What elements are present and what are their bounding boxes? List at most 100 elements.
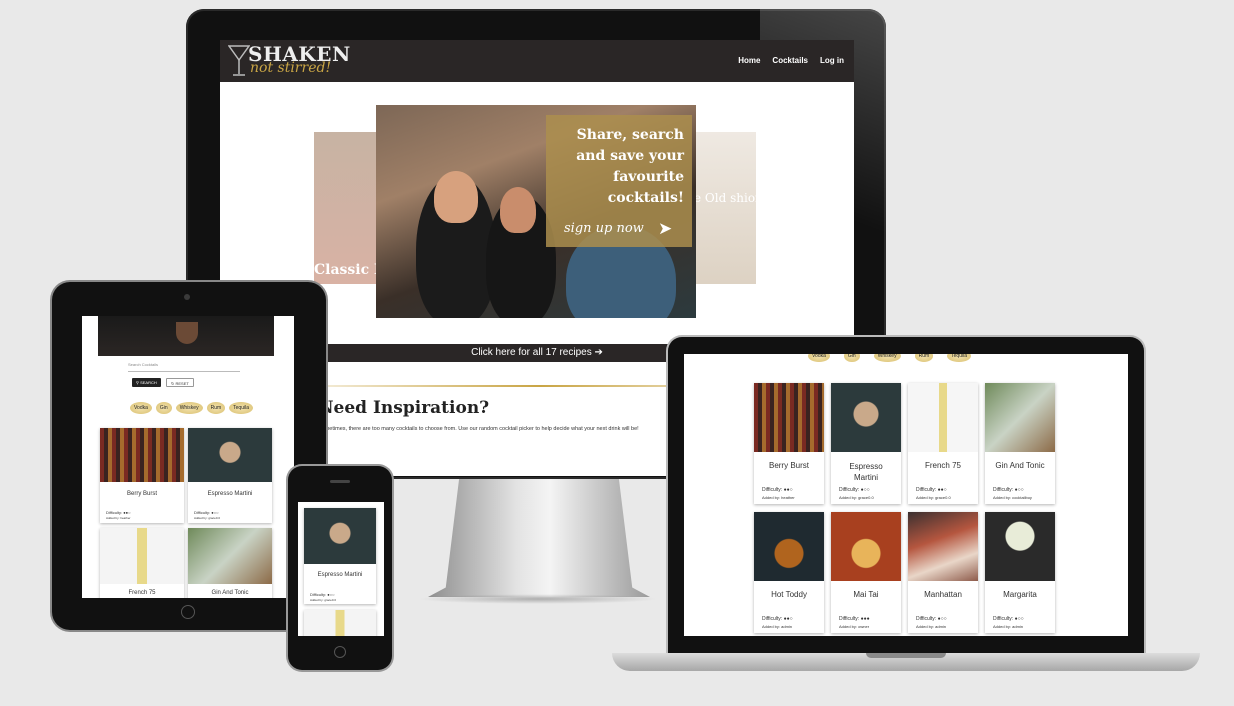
cocktail-name: Manhattan xyxy=(924,590,962,599)
cocktail-name: Espresso Martini xyxy=(317,572,363,578)
added-by-label: Added by: grace0.0 xyxy=(310,598,337,602)
monitor-stand-shadow xyxy=(418,594,658,604)
navbar: SHAKEN not stirred! Home Cocktails Log i… xyxy=(220,40,854,82)
added-by-label: Added by: admin xyxy=(993,624,1024,629)
chip-whiskey[interactable]: Whiskey xyxy=(175,402,203,414)
cocktail-image xyxy=(908,512,978,581)
tablet-home-button xyxy=(181,605,195,619)
added-by-label: Added by: grace0.0 xyxy=(194,516,221,520)
added-by-label: Added by: grace0.0 xyxy=(916,495,951,500)
phone-home-button xyxy=(334,646,346,658)
search-icon: ⚲ xyxy=(136,380,139,385)
cocktail-image xyxy=(985,512,1055,581)
phone-screen: Espresso Martini Difficulty: ●○○ Added b… xyxy=(298,502,384,636)
search-button[interactable]: ⚲ SEARCH xyxy=(132,378,161,387)
added-by-label: Added by: admin xyxy=(762,624,793,629)
cocktail-card[interactable]: Hot Toddy Difficulty: ●●○ Added by: admi… xyxy=(754,512,824,633)
added-by-label: Added by: heather xyxy=(762,495,795,500)
cocktail-image xyxy=(908,383,978,452)
cocktail-card[interactable]: Espresso Martini Difficulty: ●○○ Added b… xyxy=(831,383,901,504)
difficulty-label: Difficulty: ●○○ xyxy=(194,510,219,515)
cocktail-image xyxy=(831,383,901,452)
cocktail-card[interactable]: Berry Burst Difficulty: ●●○ Added by: he… xyxy=(754,383,824,504)
spirit-filter-chips: Vodka Gin Whiskey Rum Tequila xyxy=(130,402,254,414)
cocktail-image xyxy=(100,428,184,482)
cocktail-card[interactable]: French 75 xyxy=(100,528,184,598)
difficulty-label: Difficulty: ●○○ xyxy=(993,616,1024,622)
chip-rum[interactable]: Rum xyxy=(206,402,226,414)
all-recipes-label: Click here for all 17 recipes xyxy=(471,347,592,358)
reset-icon: ↻ xyxy=(171,381,175,386)
spirit-filter-chips: Vodka Gin Whiskey Rum Tequila xyxy=(808,354,972,362)
laptop-screen: Vodka Gin Whiskey Rum Tequila Berry Burs… xyxy=(684,354,1128,636)
cocktail-image xyxy=(304,508,376,564)
nav-home-link[interactable]: Home xyxy=(738,56,760,65)
chip-vodka[interactable]: Vodka xyxy=(808,354,830,362)
martini-glass-icon xyxy=(228,45,250,76)
cocktail-name: Berry Burst xyxy=(768,461,809,470)
cocktail-card[interactable]: Espresso Martini Difficulty: ●○○ Added b… xyxy=(188,428,272,523)
difficulty-label: Difficulty: ●○○ xyxy=(993,487,1024,493)
nav-login-link[interactable]: Log in xyxy=(820,56,844,65)
chip-tequila[interactable]: Tequila xyxy=(947,354,972,362)
hero-overlay-panel: Share, search and save your favourite co… xyxy=(546,115,692,247)
added-by-label: Added by: admin xyxy=(916,624,947,629)
carousel-next-title: e Old shioned xyxy=(694,191,778,205)
cocktail-card[interactable] xyxy=(304,610,376,636)
monitor-stand xyxy=(428,479,650,597)
cocktail-image xyxy=(831,512,901,581)
cocktail-card[interactable]: French 75 Difficulty: ●●○ Added by: grac… xyxy=(908,383,978,504)
difficulty-label: Difficulty: ●●● xyxy=(839,616,870,622)
cocktail-name: French 75 xyxy=(924,461,962,470)
difficulty-label: Difficulty: ●●○ xyxy=(762,487,793,493)
cocktail-glass-image xyxy=(176,322,198,344)
tablet-camera-icon xyxy=(184,294,190,300)
cocktail-name: Hot Toddy xyxy=(771,590,807,599)
cocktail-name: Gin And Tonic xyxy=(211,590,249,596)
hero-photo-person xyxy=(434,171,478,223)
nav-links: Home Cocktails Log in xyxy=(738,56,844,65)
added-by-label: Added by: grace0.0 xyxy=(839,495,874,500)
cocktail-card[interactable]: Margarita Difficulty: ●○○ Added by: admi… xyxy=(985,512,1055,633)
chip-gin[interactable]: Gin xyxy=(843,354,860,362)
tablet-hero-image xyxy=(98,316,274,356)
chip-whiskey[interactable]: Whiskey xyxy=(873,354,901,362)
cocktail-card[interactable]: Manhattan Difficulty: ●○○ Added by: admi… xyxy=(908,512,978,633)
difficulty-label: Difficulty: ●○○ xyxy=(839,487,870,493)
signup-cta[interactable]: sign up now xyxy=(564,221,644,236)
search-input[interactable]: Search Cocktails xyxy=(128,362,240,372)
added-by-label: Added by: cocktailboy xyxy=(993,495,1032,500)
difficulty-label: Difficulty: ●○○ xyxy=(310,592,335,597)
search-button-label: SEARCH xyxy=(140,380,157,385)
logo-text-bottom[interactable]: not stirred! xyxy=(250,60,331,76)
cocktail-image xyxy=(985,383,1055,452)
chip-tequila[interactable]: Tequila xyxy=(229,402,254,414)
cocktail-name: Mai Tai xyxy=(853,590,879,599)
cocktail-card[interactable]: Berry Burst Difficulty: ●●○ Added by: he… xyxy=(100,428,184,523)
difficulty-label: Difficulty: ●●○ xyxy=(106,510,131,515)
cocktail-card[interactable]: Espresso Martini Difficulty: ●○○ Added b… xyxy=(304,508,376,604)
cocktail-image xyxy=(304,610,376,636)
nav-cocktails-link[interactable]: Cocktails xyxy=(772,56,808,65)
difficulty-label: Difficulty: ●●○ xyxy=(916,487,947,493)
chip-gin[interactable]: Gin xyxy=(155,402,172,414)
hero-photo-person xyxy=(500,187,536,233)
laptop-notch xyxy=(866,653,946,658)
cocktail-name: Gin And Tonic xyxy=(995,461,1045,470)
difficulty-label: Difficulty: ●○○ xyxy=(916,616,947,622)
cocktail-card[interactable]: Mai Tai Difficulty: ●●● Added by: owner xyxy=(831,512,901,633)
carousel-main-slide[interactable]: Share, search and save your favourite co… xyxy=(376,105,696,318)
carousel-next-slide[interactable] xyxy=(694,132,756,284)
added-by-label: Added by: owner xyxy=(839,624,870,629)
cocktail-card[interactable]: Gin And Tonic xyxy=(188,528,272,598)
arrow-right-icon[interactable]: ➤ xyxy=(658,219,672,239)
cocktail-name: Espresso Martini xyxy=(849,462,883,482)
reset-button[interactable]: ↻ RESET xyxy=(166,378,194,387)
cocktail-card[interactable]: Gin And Tonic Difficulty: ●○○ Added by: … xyxy=(985,383,1055,504)
cocktail-image xyxy=(100,528,184,584)
difficulty-label: Difficulty: ●●○ xyxy=(762,616,793,622)
chip-vodka[interactable]: Vodka xyxy=(130,402,152,414)
reset-button-label: RESET xyxy=(175,381,189,386)
arrow-circle-right-icon: ➔ xyxy=(594,347,603,358)
chip-rum[interactable]: Rum xyxy=(914,354,934,362)
